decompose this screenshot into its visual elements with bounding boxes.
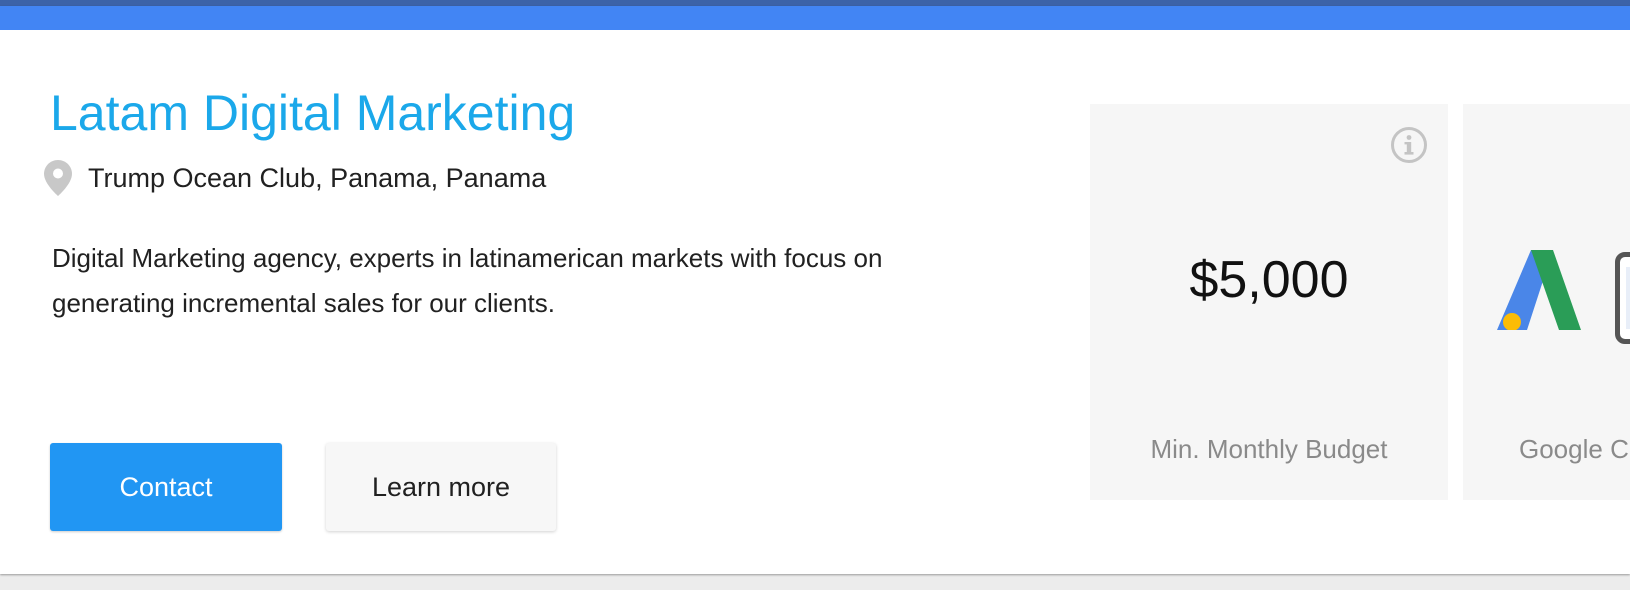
min-budget-value: $5,000 (1189, 251, 1349, 309)
device-screen (1626, 267, 1630, 329)
info-icon[interactable] (1390, 126, 1428, 164)
budget-tile: $5,000 Min. Monthly Budget (1090, 104, 1448, 500)
partner-description: Digital Marketing agency, experts in lat… (52, 243, 883, 318)
partner-location: Trump Ocean Club, Panama, Panama (44, 158, 546, 198)
location-pin-icon (44, 160, 72, 196)
certification-label: Google Ce (1519, 434, 1630, 464)
partner-title[interactable]: Latam Digital Marketing (50, 84, 575, 142)
partner-card: Latam Digital Marketing Trump Ocean Club… (0, 6, 1630, 574)
contact-button[interactable]: Contact (50, 443, 282, 531)
certification-tile: Google Ce (1463, 104, 1630, 500)
adwords-logo-icon (1497, 250, 1581, 331)
location-text: Trump Ocean Club, Panama, Panama (88, 162, 547, 193)
mobile-device-icon (1615, 252, 1630, 344)
min-budget-label: Min. Monthly Budget (1150, 434, 1388, 464)
learn-more-button[interactable]: Learn more (326, 443, 556, 531)
